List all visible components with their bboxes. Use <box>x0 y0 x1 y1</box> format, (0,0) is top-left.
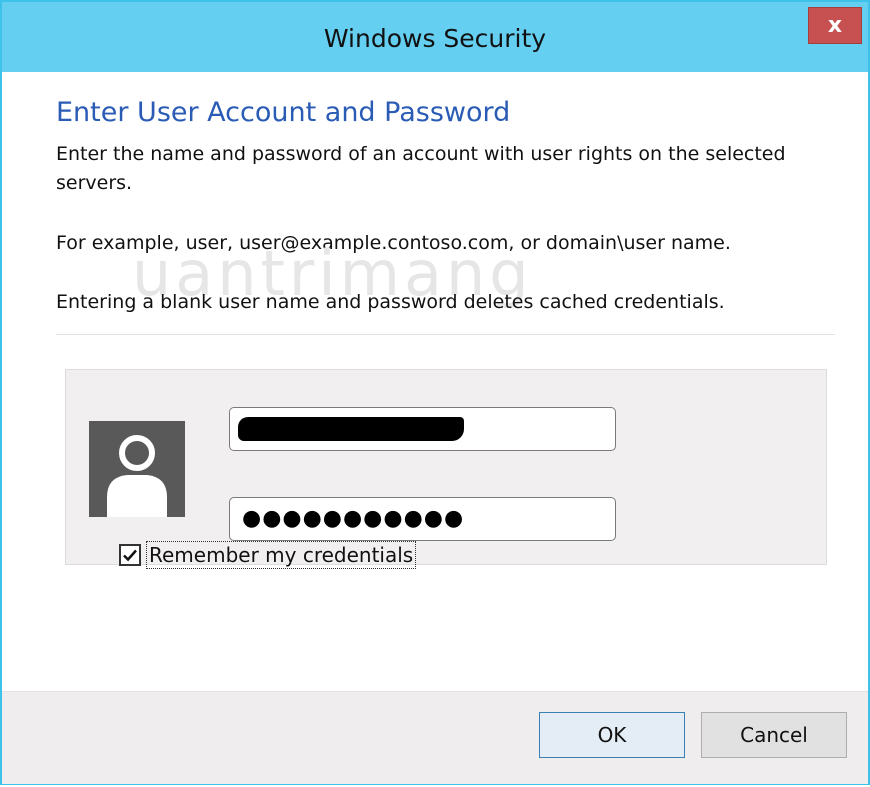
dialog-heading: Enter User Account and Password <box>56 97 511 128</box>
ok-button[interactable]: OK <box>539 712 685 758</box>
title-bar[interactable]: Windows Security x <box>2 2 868 72</box>
close-icon: x <box>827 13 843 38</box>
remember-label[interactable]: Remember my credentials <box>146 541 417 569</box>
credential-panel: ●●●●●●●●●●● <box>65 369 827 565</box>
security-dialog: Windows Security x Enter User Account an… <box>0 0 870 785</box>
checkmark-icon <box>123 549 137 562</box>
instructions-text: Enter the name and password of an accoun… <box>56 143 786 194</box>
redacted-username <box>238 417 464 441</box>
close-button[interactable]: x <box>808 7 862 44</box>
password-mask: ●●●●●●●●●●● <box>242 506 465 531</box>
cancel-button[interactable]: Cancel <box>701 712 847 758</box>
user-silhouette-icon <box>89 421 185 517</box>
dialog-footer: OK Cancel <box>2 691 868 784</box>
window-title: Windows Security <box>323 24 547 53</box>
dialog-content: Enter User Account and Password Enter th… <box>2 72 868 692</box>
password-field[interactable]: ●●●●●●●●●●● <box>229 497 616 541</box>
remember-checkbox[interactable] <box>119 544 141 566</box>
remember-credentials-option[interactable]: Remember my credentials <box>119 540 417 570</box>
blank-credentials-note: Entering a blank user name and password … <box>56 291 725 313</box>
separator <box>56 334 835 335</box>
username-field[interactable] <box>229 407 616 451</box>
